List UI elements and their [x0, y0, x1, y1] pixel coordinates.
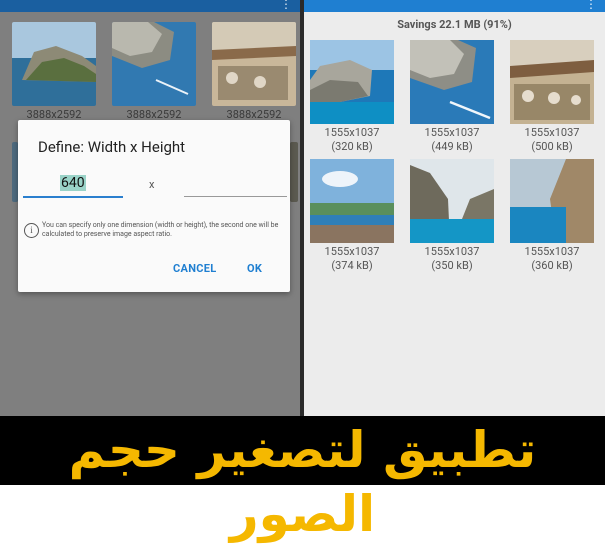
savings-summary: Savings 22.1 MB (91%) [397, 18, 512, 31]
image-size: (374 kB) [331, 259, 373, 272]
info-icon: i [24, 223, 39, 238]
dimension-separator: x [149, 178, 155, 191]
left-phone-screen: ⋮ 3888x2592 3888x2592 3888x2592 Define: … [0, 0, 300, 416]
image-thumbnail[interactable] [410, 40, 494, 124]
image-size: (500 kB) [531, 140, 573, 153]
image-size: (350 kB) [431, 259, 473, 272]
image-thumbnail[interactable] [310, 159, 394, 243]
overflow-menu-icon[interactable]: ⋮ [585, 0, 597, 11]
height-input[interactable] [184, 174, 287, 197]
image-dimensions: 1555x1037 [424, 245, 480, 258]
image-thumbnail[interactable] [290, 142, 298, 202]
image-thumbnail[interactable] [310, 40, 394, 124]
image-size: (360 kB) [531, 259, 573, 272]
landscape-photo-icon [510, 40, 594, 124]
landscape-photo-icon [410, 40, 494, 124]
landscape-photo-icon [112, 22, 196, 106]
image-dimensions: 1555x1037 [324, 245, 380, 258]
app-bar: ⋮ [0, 0, 300, 12]
overflow-menu-icon[interactable]: ⋮ [280, 0, 292, 11]
image-thumbnail[interactable] [510, 159, 594, 243]
image-thumbnail[interactable] [12, 22, 96, 106]
landscape-photo-icon [310, 40, 394, 124]
landscape-photo-icon [12, 22, 96, 106]
ok-button[interactable]: OK [247, 262, 262, 275]
width-value: 640 [60, 175, 86, 191]
resize-dialog: Define: Width x Height 640 x i You can s… [18, 120, 290, 292]
cancel-button[interactable]: CANCEL [173, 262, 217, 275]
image-dimensions: 1555x1037 [424, 126, 480, 139]
landscape-photo-icon [212, 22, 296, 106]
dialog-title: Define: Width x Height [38, 138, 186, 156]
image-dimensions: 1555x1037 [524, 126, 580, 139]
image-size: (449 kB) [431, 140, 473, 153]
title-banner: تطبيق لتصغير حجم الصور [0, 416, 605, 543]
landscape-photo-icon [510, 159, 594, 243]
width-input[interactable]: 640 [23, 174, 123, 198]
app-bar: ⋮ [304, 0, 605, 12]
right-phone-screen: ⋮ Savings 22.1 MB (91%) 1555x1037 (320 k… [304, 0, 605, 416]
image-dimensions: 1555x1037 [524, 245, 580, 258]
landscape-photo-icon [410, 159, 494, 243]
info-text: You can specify only one dimension (widt… [42, 221, 279, 238]
image-thumbnail[interactable] [112, 22, 196, 106]
image-thumbnail[interactable] [410, 159, 494, 243]
image-size: (320 kB) [331, 140, 373, 153]
banner-title: تطبيق لتصغير حجم الصور [68, 421, 537, 543]
image-thumbnail[interactable] [212, 22, 296, 106]
image-dimensions: 1555x1037 [324, 126, 380, 139]
image-thumbnail[interactable] [510, 40, 594, 124]
landscape-photo-icon [310, 159, 394, 243]
